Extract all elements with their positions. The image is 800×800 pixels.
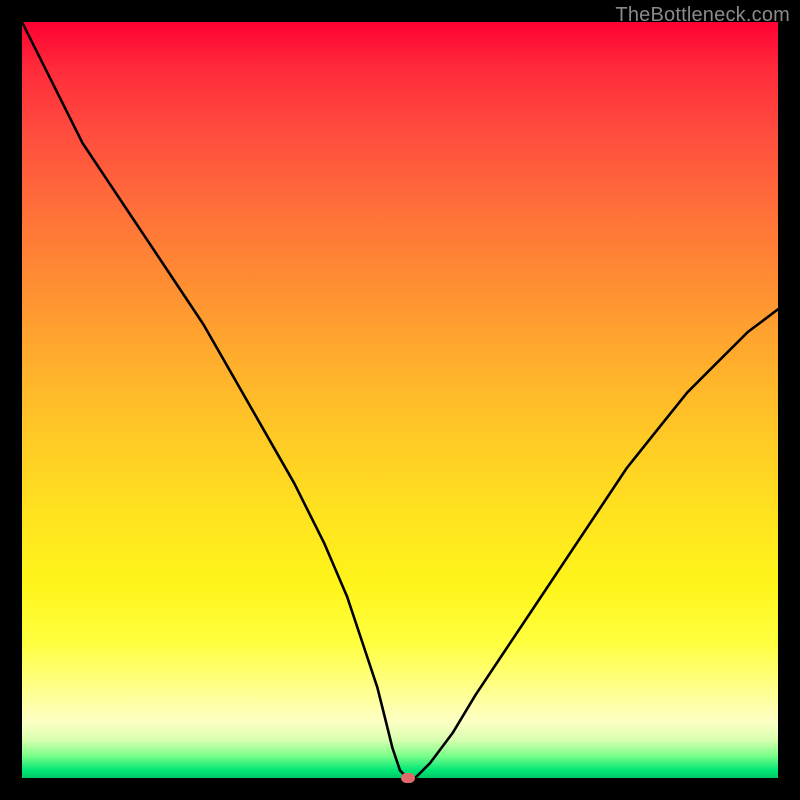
watermark-text: TheBottleneck.com [615, 4, 790, 27]
plot-area [22, 22, 778, 778]
chart-frame: TheBottleneck.com [0, 0, 800, 800]
bottleneck-curve [22, 22, 778, 778]
minimum-marker [401, 773, 415, 783]
